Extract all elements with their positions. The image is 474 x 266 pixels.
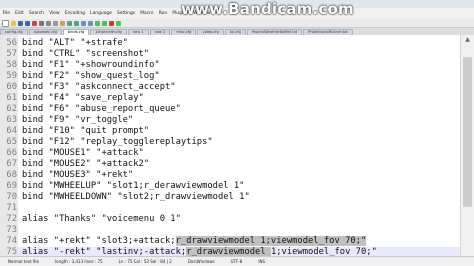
find-icon[interactable]: [81, 20, 86, 26]
close-icon[interactable]: [32, 20, 37, 26]
menu-item[interactable]: Macro: [138, 11, 156, 16]
line-number: 56: [6, 38, 17, 48]
code-line: 61 bind "F4" "save_replay": [6, 93, 460, 104]
line-number: 60: [6, 82, 17, 92]
code-line: 69 bind "MWHEELUP" "slot1;r_derawviewmode…: [6, 181, 460, 192]
code-text: bind "MOUSE2" "+attack2": [22, 159, 150, 169]
code-text: bind "F6" "abuse_report_queue": [22, 104, 181, 114]
menu-item[interactable]: Language: [88, 11, 115, 16]
save-icon[interactable]: [18, 20, 23, 26]
code-text: bind "F10" "quit prompt": [22, 126, 150, 136]
status-length: length : 3,413 lines : 75: [55, 259, 103, 264]
open-file-icon[interactable]: [11, 20, 16, 26]
record-macro-icon[interactable]: [109, 20, 114, 26]
cut-icon[interactable]: [46, 20, 51, 26]
line-number: 62: [6, 104, 17, 114]
code-text: alias "Thanks" "voicemenu 0 1": [22, 214, 181, 224]
line-number: 63: [6, 115, 17, 125]
code-line: 62 bind "F6" "abuse_report_queue": [6, 104, 460, 115]
print-icon[interactable]: [39, 20, 44, 26]
code-line: 59 bind "F2" "show_quest_log": [6, 71, 460, 82]
save-all-icon[interactable]: [25, 20, 30, 26]
code-line: 66 bind "MOUSE1" "+attack": [6, 148, 460, 159]
line-number: 68: [6, 170, 17, 180]
toolbar: [0, 19, 474, 28]
code-line: 56 bind "ALT" "+strafe": [6, 38, 460, 49]
code-line: 67 bind "MOUSE2" "+attack2": [6, 159, 460, 170]
code-text: bind "F3" "askconnect_accept": [22, 82, 176, 92]
new-file-icon[interactable]: [2, 19, 9, 27]
line-number: 71: [6, 203, 17, 213]
replace-icon[interactable]: [88, 20, 93, 26]
code-text: bind "MOUSE1" "+attack": [22, 148, 144, 158]
redo-icon[interactable]: [74, 20, 79, 26]
line-number: 69: [6, 181, 17, 191]
code-line: 63 bind "F9" "vr_toggle": [6, 115, 460, 126]
code-text: bind "MWHEELUP" "slot1;r_derawviewmodel …: [22, 181, 245, 191]
vertical-scrollbar[interactable]: ▲: [460, 35, 474, 256]
zoom-out-icon[interactable]: [102, 20, 107, 26]
line-number: 59: [6, 71, 17, 81]
status-insert-mode: INS: [258, 259, 266, 264]
menu-item[interactable]: Settings: [114, 11, 137, 16]
code-line: 60 bind "F3" "askconnect_accept": [6, 82, 460, 93]
menu-item[interactable]: File: [0, 11, 13, 16]
line-number: 57: [6, 49, 17, 59]
bandicam-watermark: www.Bandicam.com: [181, 0, 354, 18]
play-macro-icon[interactable]: [116, 20, 121, 26]
code-line: 72 alias "Thanks" "voicemenu 0 1": [6, 214, 460, 225]
line-number: 58: [6, 60, 17, 70]
code-line: 57 bind "CTRL" "screenshot": [6, 49, 460, 60]
undo-icon[interactable]: [67, 20, 72, 26]
document-tabs: config.cfg autoexec.cfg binds.cfg 1channele…: [0, 28, 474, 35]
status-eol: Dos\Windows: [187, 259, 215, 264]
code-editor[interactable]: 56 bind "ALT" "+strafe" 57 bind "CTRL" "scr…: [6, 35, 460, 258]
menu-item[interactable]: View: [47, 11, 63, 16]
scrollbar-thumb[interactable]: [463, 57, 472, 207]
line-number: 66: [6, 148, 17, 158]
menu-item[interactable]: Edit: [13, 11, 27, 16]
zoom-in-icon[interactable]: [95, 20, 100, 26]
code-text: bind "F9" "vr_toggle": [22, 115, 134, 125]
line-number: 65: [6, 137, 17, 147]
scroll-up-arrow-icon[interactable]: ▲: [462, 35, 474, 45]
code-line: 65 bind "F12" "replay_togglereplaytips": [6, 137, 460, 148]
line-number: 61: [6, 93, 17, 103]
code-text: bind "F1" "+showroundinfo": [22, 60, 160, 70]
code-text: bind "MWHEELDOWN" "slot2;r_drawviewmodel…: [22, 192, 250, 202]
code-text: bind "F4" "save_replay": [22, 93, 144, 103]
code-text: bind "ALT" "+strafe": [22, 38, 128, 48]
code-text: bind "MOUSE3" "+rekt": [22, 170, 134, 180]
menu-item[interactable]: Search: [26, 11, 46, 16]
menu-item[interactable]: Encoding: [62, 11, 87, 16]
code-line: 64 bind "F10" "quit prompt": [6, 126, 460, 137]
line-number: 70: [6, 192, 17, 202]
code-line: 58 bind "F1" "+showroundinfo": [6, 60, 460, 71]
code-line: 70 bind "MWHEELDOWN" "slot2;r_drawviewmod…: [6, 192, 460, 203]
status-file-type: Normal text file: [8, 259, 40, 264]
line-number: 74: [6, 236, 17, 246]
copy-icon[interactable]: [53, 20, 58, 26]
selected-text: r_drawviewmodel 1;viewmodel_fov 70;": [175, 236, 367, 246]
menu-item[interactable]: Run: [156, 11, 170, 16]
code-line: 74 alias "+rekt" "slot3;+attack;r_drawvie…: [6, 236, 460, 247]
code-line: 73: [6, 225, 460, 236]
code-line: 71: [6, 203, 460, 214]
status-position: Ln : 75 Col : 53 Sel : 84 | 2: [118, 259, 172, 264]
paste-icon[interactable]: [60, 20, 65, 26]
code-text: alias "+rekt" "slot3;+attack;r_drawviewm…: [22, 236, 367, 247]
code-text: bind "F2" "show_quest_log": [22, 71, 160, 81]
code-text: bind "F12" "replay_togglereplaytips": [22, 137, 213, 147]
status-bar: Normal text file length : 3,413 lines : …: [0, 256, 474, 266]
line-number: 64: [6, 126, 17, 136]
code-line: 68 bind "MOUSE3" "+rekt": [6, 170, 460, 181]
line-number: 67: [6, 159, 17, 169]
status-encoding: UTF-8: [230, 259, 243, 264]
code-text: bind "CTRL" "screenshot": [22, 49, 150, 59]
line-number: 73: [6, 225, 17, 235]
code-text-before-selection: alias "+rekt" "slot3;+attack;: [22, 236, 176, 246]
line-number: 72: [6, 214, 17, 224]
